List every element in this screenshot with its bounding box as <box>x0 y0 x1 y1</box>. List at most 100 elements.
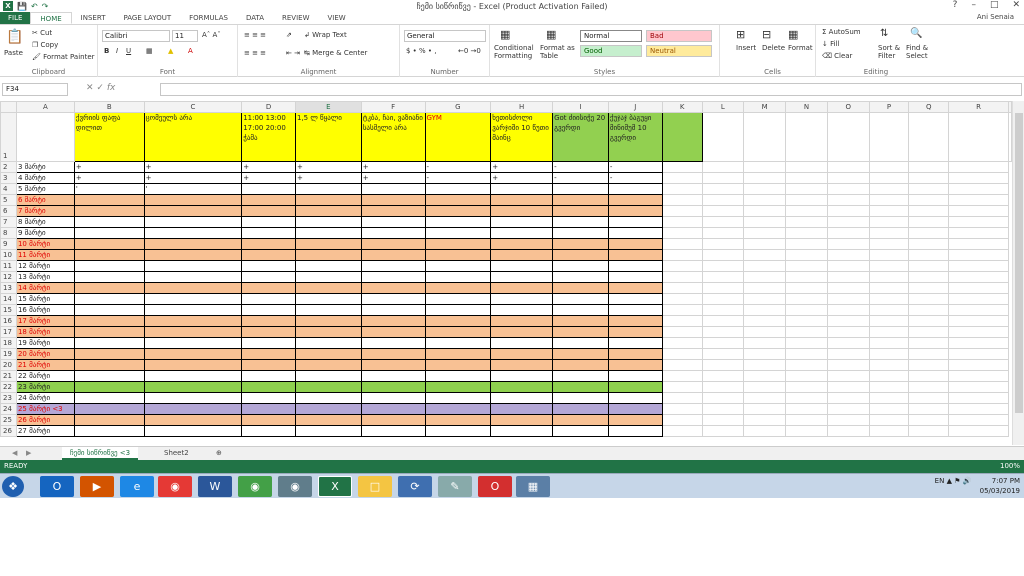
column-header-l[interactable]: L <box>701 101 745 113</box>
cell[interactable] <box>661 370 703 382</box>
cell[interactable] <box>785 260 828 272</box>
mark-cell[interactable] <box>241 249 296 261</box>
mark-cell[interactable] <box>295 216 362 228</box>
mark-cell[interactable] <box>552 348 609 360</box>
clock-time[interactable]: 7:07 PM <box>980 476 1020 486</box>
mark-cell[interactable] <box>360 304 426 316</box>
undo-icon[interactable]: ↶ <box>31 2 38 11</box>
mark-cell[interactable] <box>241 326 296 338</box>
cell[interactable] <box>701 205 745 217</box>
cell[interactable] <box>785 304 828 316</box>
cell[interactable] <box>785 271 828 283</box>
mark-cell[interactable] <box>490 370 554 382</box>
cell[interactable] <box>948 425 1009 437</box>
mark-cell[interactable] <box>552 249 609 261</box>
mark-cell[interactable] <box>490 348 554 360</box>
cell[interactable] <box>908 370 950 382</box>
cell[interactable] <box>868 271 910 283</box>
mark-cell[interactable] <box>607 249 663 261</box>
underline-button[interactable]: U <box>126 47 131 55</box>
mark-cell[interactable] <box>143 205 243 217</box>
mark-cell[interactable] <box>424 414 492 426</box>
cell[interactable] <box>868 392 910 404</box>
cell[interactable] <box>743 293 787 305</box>
cell[interactable] <box>948 304 1009 316</box>
mark-cell[interactable] <box>241 238 296 250</box>
mark-cell[interactable] <box>552 359 609 371</box>
row-header[interactable]: 3 <box>0 172 17 184</box>
header-cell[interactable]: ქუჯაჯ ბაგუყი მინიმუმ 10 გვერდი <box>607 112 663 162</box>
mark-cell[interactable] <box>424 403 492 415</box>
mark-cell[interactable] <box>552 238 609 250</box>
mark-cell[interactable] <box>552 194 609 206</box>
cell[interactable] <box>826 205 870 217</box>
row-header[interactable]: 18 <box>0 337 17 349</box>
cell[interactable] <box>948 359 1009 371</box>
mark-cell[interactable] <box>295 337 362 349</box>
cell[interactable] <box>701 414 745 426</box>
cell[interactable] <box>908 304 950 316</box>
cell[interactable] <box>948 216 1009 228</box>
cell[interactable] <box>785 172 828 184</box>
worksheet-grid[interactable]: ABCDEFGHIJKLMNOPQR 1 ქვრიის ფაფა დილით ცომ… <box>0 101 1012 445</box>
cell[interactable] <box>908 172 950 184</box>
mark-cell[interactable] <box>424 425 492 437</box>
tab-page-layout[interactable]: PAGE LAYOUT <box>114 12 180 24</box>
mark-cell[interactable] <box>607 425 663 437</box>
cell[interactable] <box>868 260 910 272</box>
mark-cell[interactable] <box>73 392 145 404</box>
cell[interactable] <box>661 304 703 316</box>
mark-cell[interactable] <box>360 205 426 217</box>
cell[interactable] <box>948 205 1009 217</box>
cell[interactable] <box>785 227 828 239</box>
date-cell[interactable]: 17 მარტი <box>15 315 75 327</box>
cell[interactable] <box>785 161 828 173</box>
row-header[interactable]: 4 <box>0 183 17 195</box>
cell[interactable] <box>743 216 787 228</box>
mark-cell[interactable] <box>143 282 243 294</box>
cell[interactable] <box>785 337 828 349</box>
mark-cell[interactable]: - <box>607 161 663 173</box>
font-name-select[interactable]: Calibri <box>102 30 170 42</box>
cell[interactable] <box>908 260 950 272</box>
mark-cell[interactable] <box>295 403 362 415</box>
cell[interactable] <box>743 227 787 239</box>
mark-cell[interactable] <box>73 293 145 305</box>
mark-cell[interactable] <box>490 216 554 228</box>
mark-cell[interactable] <box>607 271 663 283</box>
mark-cell[interactable] <box>424 216 492 228</box>
cell[interactable] <box>785 414 828 426</box>
mark-cell[interactable] <box>73 403 145 415</box>
header-cell[interactable]: 11:00 13:00 17:00 20:00 ჭამა <box>241 112 296 162</box>
mark-cell[interactable] <box>295 249 362 261</box>
mark-cell[interactable] <box>295 238 362 250</box>
mark-cell[interactable] <box>143 238 243 250</box>
mark-cell[interactable] <box>607 293 663 305</box>
mark-cell[interactable] <box>360 194 426 206</box>
mark-cell[interactable] <box>360 359 426 371</box>
font-color-icon[interactable]: A <box>188 47 193 55</box>
cell[interactable] <box>908 161 950 173</box>
mark-cell[interactable] <box>607 194 663 206</box>
italic-button[interactable]: I <box>116 47 118 55</box>
cell[interactable] <box>661 337 703 349</box>
cell[interactable] <box>908 271 950 283</box>
mark-cell[interactable] <box>241 359 296 371</box>
cell[interactable] <box>701 227 745 239</box>
mark-cell[interactable] <box>490 183 554 195</box>
cell[interactable] <box>826 337 870 349</box>
cell[interactable] <box>868 194 910 206</box>
mark-cell[interactable] <box>552 293 609 305</box>
mark-cell[interactable] <box>73 227 145 239</box>
cell[interactable] <box>826 227 870 239</box>
cell[interactable] <box>743 337 787 349</box>
mark-cell[interactable] <box>241 392 296 404</box>
cell[interactable] <box>661 205 703 217</box>
mark-cell[interactable] <box>360 238 426 250</box>
cell[interactable] <box>826 381 870 393</box>
cell[interactable] <box>948 271 1009 283</box>
mark-cell[interactable] <box>360 183 426 195</box>
row-header[interactable]: 20 <box>0 359 17 371</box>
column-header-c[interactable]: C <box>143 101 243 113</box>
tab-formulas[interactable]: FORMULAS <box>180 12 237 24</box>
